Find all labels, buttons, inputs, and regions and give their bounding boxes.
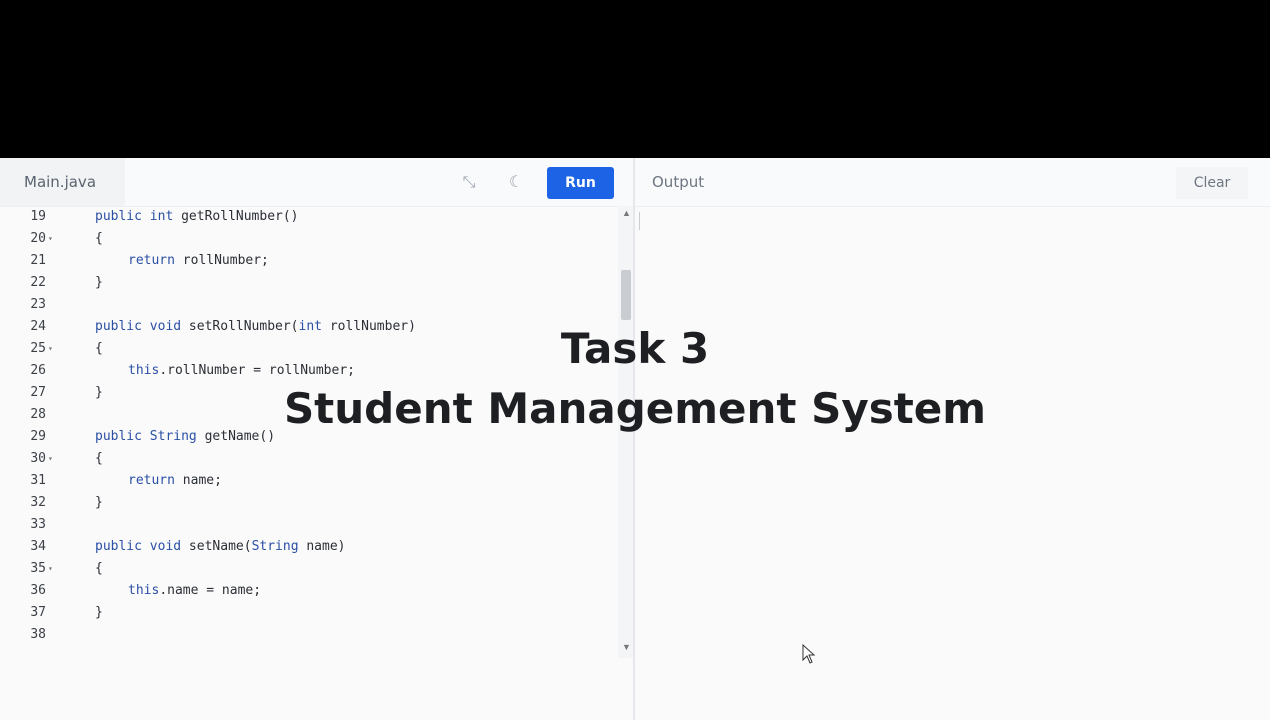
keyword-token: int: [149, 209, 174, 224]
code-line[interactable]: 31 return name;: [0, 470, 617, 492]
code-token: {: [95, 561, 103, 576]
line-number: 22: [30, 275, 46, 290]
line-number: 38: [30, 627, 46, 642]
line-number: 32: [30, 495, 46, 510]
collapse-icon[interactable]: ⤡: [459, 172, 479, 192]
video-top-bar: [0, 0, 1270, 158]
clear-button[interactable]: Clear: [1176, 167, 1248, 199]
code-token: rollNumber;: [174, 253, 269, 268]
online-compiler: Main.java ⤡ ☾ Run 19 public int getRollNu…: [0, 158, 1270, 720]
scroll-up-arrow-icon[interactable]: ▲: [622, 208, 631, 218]
code-text: public int getRollNumber(): [95, 206, 299, 228]
keyword-token: return: [128, 253, 175, 268]
line-number: 33: [30, 517, 46, 532]
overlay-task-number: Task 3: [560, 324, 710, 373]
mouse-cursor-icon: [802, 644, 816, 664]
code-line[interactable]: 37}: [0, 602, 617, 624]
line-number: 31: [30, 473, 46, 488]
code-token: {: [95, 231, 103, 246]
code-text: }: [95, 492, 103, 514]
output-panel: Output Clear: [635, 158, 1270, 720]
editor-header: Main.java ⤡ ☾ Run: [0, 158, 633, 207]
code-token: }: [95, 495, 103, 510]
fold-arrow-icon[interactable]: ▾: [48, 228, 53, 250]
line-number: 36: [30, 583, 46, 598]
keyword-token: return: [128, 473, 175, 488]
code-text: {: [95, 228, 103, 250]
scrollbar-thumb[interactable]: [621, 270, 631, 320]
code-line[interactable]: 36 this.name = name;: [0, 580, 617, 602]
code-line[interactable]: 22}: [0, 272, 617, 294]
output-title: Output: [652, 173, 705, 191]
fold-arrow-icon[interactable]: ▾: [48, 558, 53, 580]
code-line[interactable]: 33: [0, 514, 617, 536]
code-text: {: [95, 448, 103, 470]
code-line[interactable]: 35 ▾ {: [0, 558, 617, 580]
code-token: getRollNumber(): [173, 209, 299, 224]
line-number: 37: [30, 605, 46, 620]
code-text: return rollNumber;: [128, 250, 269, 272]
file-tab-main[interactable]: Main.java: [0, 158, 125, 206]
code-line[interactable]: 21 return rollNumber;: [0, 250, 617, 272]
code-token: .name = name;: [159, 583, 262, 598]
keyword-token: void: [149, 539, 182, 554]
code-text: return name;: [128, 470, 222, 492]
overlay-task-title: Student Management System: [283, 384, 987, 433]
code-token: {: [95, 451, 103, 466]
code-line[interactable]: 30 ▾ {: [0, 448, 617, 470]
fold-arrow-icon[interactable]: ▾: [48, 448, 53, 470]
moon-icon[interactable]: ☾: [506, 172, 526, 192]
code-text: {: [95, 558, 103, 580]
code-line[interactable]: 34 public void setName(String name): [0, 536, 617, 558]
code-line[interactable]: 20 ▾ {: [0, 228, 617, 250]
code-editor-panel: Main.java ⤡ ☾ Run 19 public int getRollNu…: [0, 158, 633, 720]
code-text: }: [95, 602, 103, 624]
run-button[interactable]: Run: [547, 167, 614, 199]
code-line[interactable]: 32}: [0, 492, 617, 514]
line-number: 30: [30, 451, 46, 466]
keyword-token: public: [95, 539, 142, 554]
output-text-cursor: [639, 212, 640, 230]
code-line[interactable]: 38: [0, 624, 617, 646]
line-number: 19: [30, 209, 46, 224]
code-token: name): [298, 539, 346, 554]
keyword-token: this: [128, 583, 160, 598]
keyword-token: public: [95, 209, 142, 224]
code-token: }: [95, 275, 103, 290]
line-number: 34: [30, 539, 46, 554]
line-number: 35: [30, 561, 46, 576]
line-number: 23: [30, 297, 46, 312]
code-line[interactable]: 19 public int getRollNumber(): [0, 206, 617, 228]
keyword-token: String: [251, 539, 299, 554]
line-number: 21: [30, 253, 46, 268]
scroll-down-arrow-icon[interactable]: ▼: [622, 642, 631, 652]
code-text: this.name = name;: [128, 580, 261, 602]
code-token: setName(: [181, 539, 252, 554]
code-line[interactable]: 23: [0, 294, 617, 316]
code-text: }: [95, 272, 103, 294]
code-token: name;: [174, 473, 222, 488]
code-text: public void setName(String name): [95, 536, 346, 558]
output-header: Output Clear: [635, 158, 1270, 207]
line-number: 20: [30, 231, 46, 246]
code-token: }: [95, 605, 103, 620]
